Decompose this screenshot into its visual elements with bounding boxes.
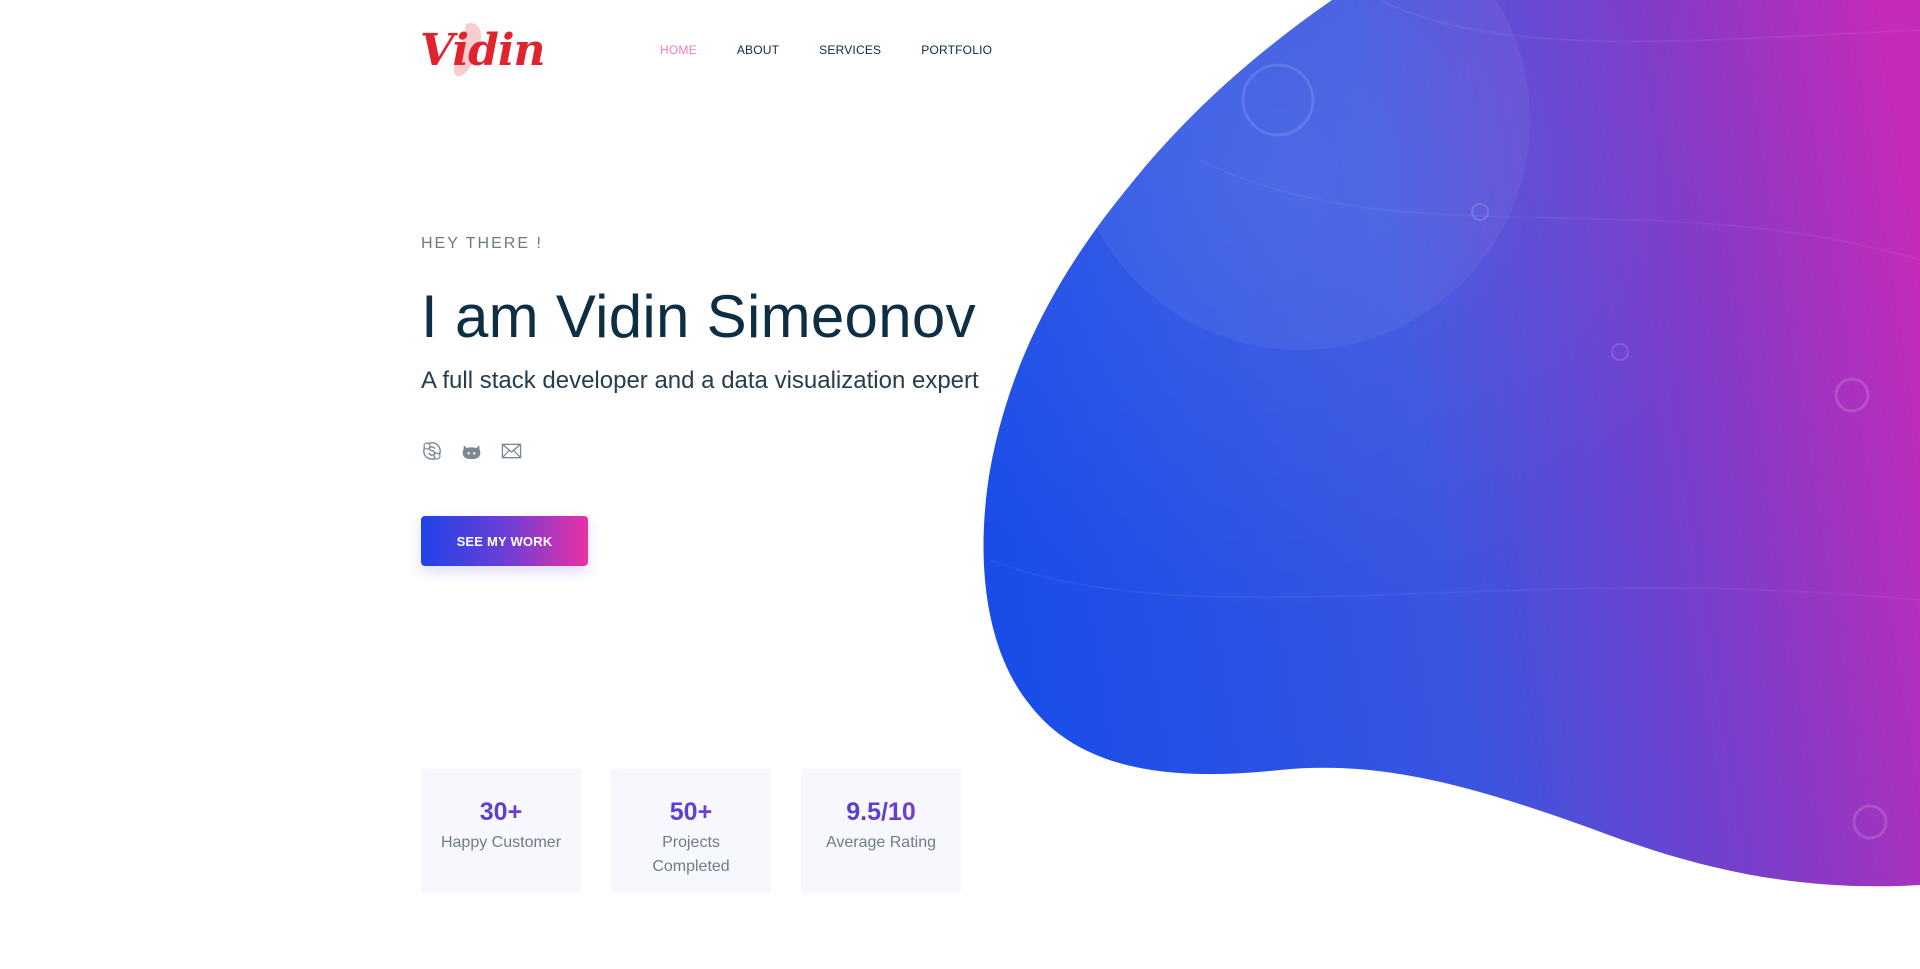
- hero-headline: I am Vidin Simeonov: [421, 283, 976, 350]
- social-links: [421, 440, 979, 462]
- stat-value: 50+: [611, 797, 771, 827]
- hero-eyebrow: HEY THERE !: [421, 235, 543, 252]
- hero-subline: A full stack developer and a data visual…: [421, 367, 979, 394]
- nav-portfolio[interactable]: PORTFOLIO: [921, 43, 992, 57]
- mail-icon[interactable]: [501, 441, 522, 462]
- github-icon[interactable]: [461, 441, 482, 462]
- see-my-work-button[interactable]: SEE MY WORK: [421, 516, 588, 566]
- site-header: Vidin HOME ABOUT SERVICES PORTFOLIO: [420, 14, 1032, 86]
- skype-icon[interactable]: [421, 441, 442, 462]
- stat-label: Projects Completed: [652, 834, 730, 875]
- nav-about[interactable]: ABOUT: [737, 43, 779, 57]
- stat-label: Happy Customer: [440, 834, 562, 851]
- stat-value: 30+: [421, 797, 581, 827]
- main-nav: HOME ABOUT SERVICES PORTFOLIO: [660, 43, 1032, 57]
- logo-text: Vidin: [420, 25, 546, 76]
- nav-services[interactable]: SERVICES: [819, 43, 881, 57]
- stat-value: 9.5/10: [801, 797, 961, 827]
- page: Vidin HOME ABOUT SERVICES PORTFOLIO HEY …: [0, 0, 1920, 969]
- nav-home[interactable]: HOME: [660, 43, 697, 57]
- logo[interactable]: Vidin: [420, 14, 546, 86]
- stat-card: 50+ Projects Completed: [611, 769, 771, 893]
- stat-card: 30+ Happy Customer: [421, 769, 581, 893]
- stat-label: Average Rating: [826, 834, 936, 851]
- hero-section: HEY THERE ! I am Vidin Simeonov A full s…: [421, 233, 979, 566]
- stats-section: 30+ Happy Customer 50+ Projects Complete…: [421, 769, 961, 893]
- stat-card: 9.5/10 Average Rating: [801, 769, 961, 893]
